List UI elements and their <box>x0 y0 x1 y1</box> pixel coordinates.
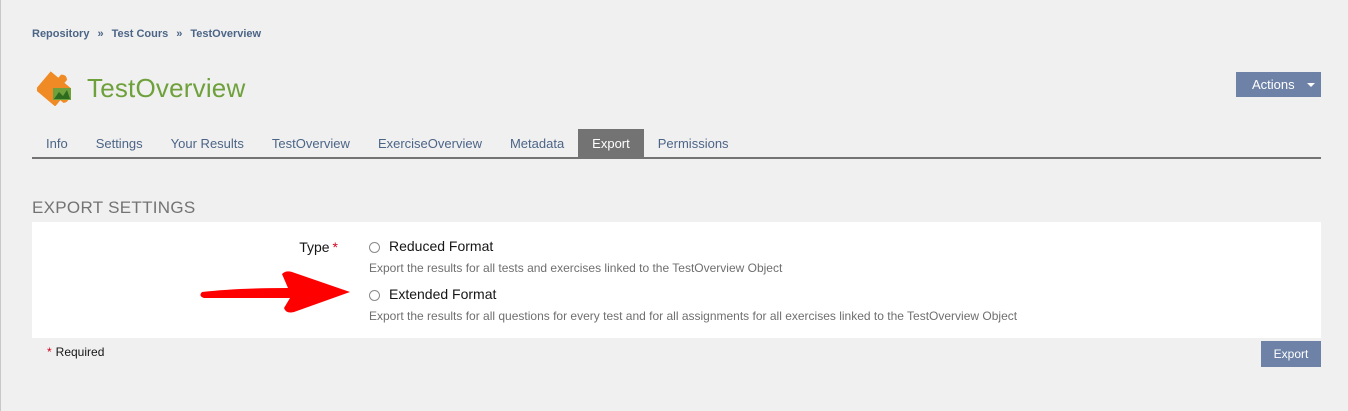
tab-metadata[interactable]: Metadata <box>496 129 578 157</box>
required-note-marker: * <box>47 345 52 359</box>
reduced-format-description: Export the results for all tests and exe… <box>369 261 783 275</box>
tab-bar: Info Settings Your Results TestOverview … <box>32 129 1321 159</box>
type-label-text: Type <box>299 239 330 255</box>
tab-permissions[interactable]: Permissions <box>644 129 743 157</box>
required-marker: * <box>332 239 338 255</box>
breadcrumb-separator: » <box>176 28 183 40</box>
required-note-text: Required <box>55 345 105 359</box>
tab-settings[interactable]: Settings <box>82 129 157 157</box>
tab-export[interactable]: Export <box>578 129 644 157</box>
extended-format-description: Export the results for all questions for… <box>369 309 1018 323</box>
reduced-format-label[interactable]: Reduced Format <box>389 238 493 254</box>
breadcrumb-separator: » <box>97 28 104 40</box>
reduced-format-radio[interactable] <box>369 242 380 253</box>
required-note: * Required <box>47 345 104 359</box>
type-field-label: Type * <box>299 239 338 255</box>
export-button[interactable]: Export <box>1261 341 1321 367</box>
extended-format-radio[interactable] <box>369 290 380 301</box>
breadcrumb: Repository » Test Cours » TestOverview <box>32 28 261 40</box>
section-title: EXPORT SETTINGS <box>32 198 196 217</box>
puzzle-piece-icon <box>37 71 71 106</box>
tab-info[interactable]: Info <box>32 129 82 157</box>
extended-format-label[interactable]: Extended Format <box>389 286 496 302</box>
breadcrumb-link-test-cours[interactable]: Test Cours <box>112 28 169 40</box>
page-header: TestOverview <box>37 70 245 106</box>
caret-down-icon <box>1306 82 1315 87</box>
breadcrumb-link-testoverview[interactable]: TestOverview <box>190 28 261 40</box>
page-title: TestOverview <box>87 72 246 103</box>
tab-exerciseoverview[interactable]: ExerciseOverview <box>364 129 496 157</box>
actions-dropdown-button[interactable]: Actions <box>1236 72 1321 97</box>
red-arrow-icon <box>200 271 350 313</box>
breadcrumb-link-repository[interactable]: Repository <box>32 28 89 40</box>
tab-testoverview[interactable]: TestOverview <box>258 129 364 157</box>
tab-your-results[interactable]: Your Results <box>157 129 258 157</box>
actions-label: Actions <box>1252 77 1295 92</box>
